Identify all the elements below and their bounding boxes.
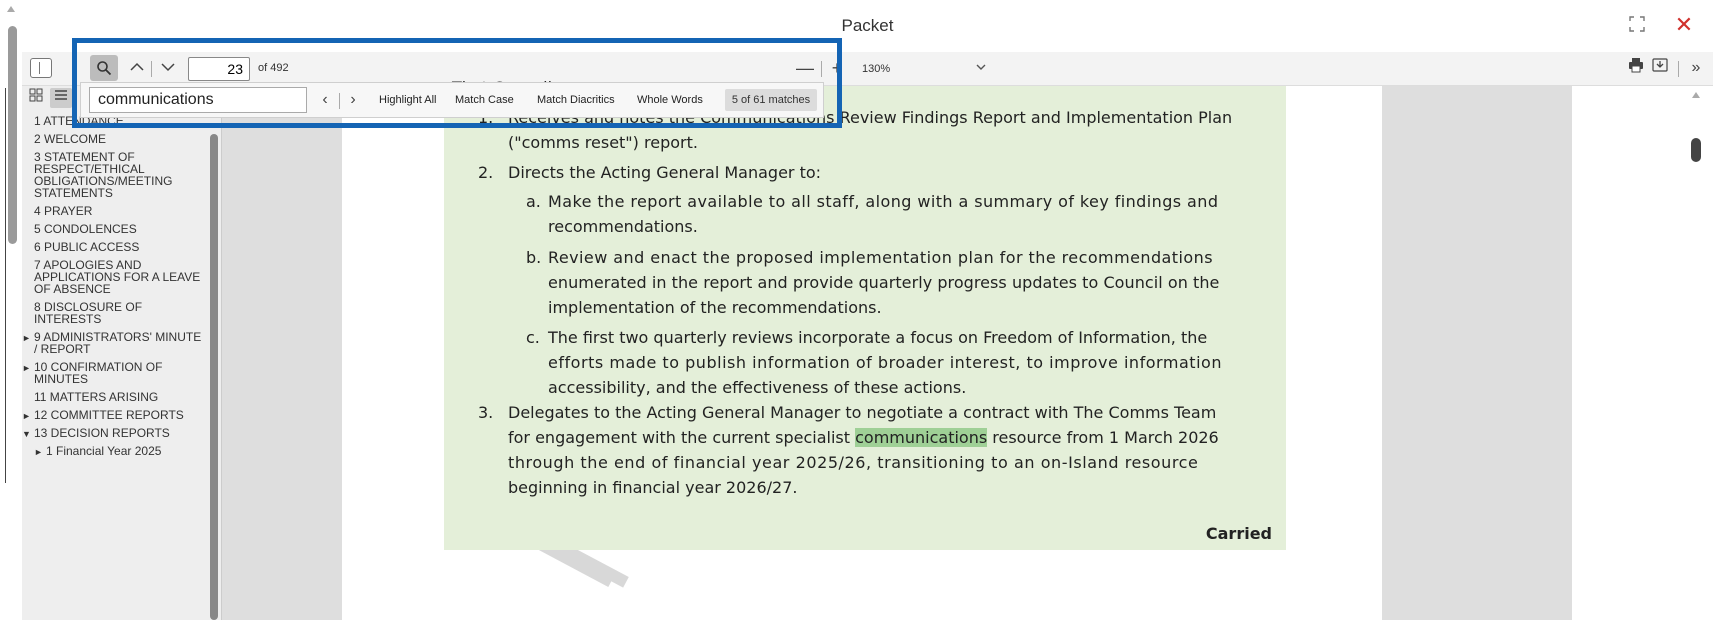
outline-item[interactable]: 7 APOLOGIES AND APPLICATIONS FOR A LEAVE… [22,256,208,298]
item-text: beginning in financial year 2026/27. [508,478,798,497]
item-text: Directs the Acting General Manager to: [508,163,822,182]
item-text: implementation of the recommendations. [548,298,882,317]
outline-item-label: 4 PRAYER [34,204,93,218]
outline-item-label: 6 PUBLIC ACCESS [34,240,140,254]
outline-item-label: 12 COMMITTEE REPORTS [34,408,184,422]
outline-item[interactable]: 5 CONDOLENCES [22,220,208,238]
outline-item[interactable]: 2 WELCOME [22,130,208,148]
download-icon[interactable] [1649,57,1671,79]
print-icon[interactable] [1625,57,1647,79]
outline-item[interactable]: ► 10 CONFIRMATION OF MINUTES [22,358,208,388]
outline-item[interactable]: 8 DISCLOSURE OF INTERESTS [22,298,208,328]
outline-item[interactable]: ► 12 COMMITTEE REPORTS [22,406,208,424]
item-text: recommendations. [548,217,698,236]
sidebar-toggle-icon[interactable] [30,58,52,78]
outline-item[interactable]: ► 9 ADMINISTRATORS' MINUTE / REPORT [22,328,208,358]
scrollbar-thumb[interactable] [8,26,17,244]
item-text: for engagement with the current speciali… [508,428,1219,447]
divider [5,88,6,483]
triangle-right-icon[interactable]: ► [34,446,43,458]
double-chevron-right-icon[interactable]: » [1685,57,1707,79]
triangle-right-icon[interactable]: ► [22,362,31,374]
sidebar-scrollbar-thumb[interactable] [210,134,218,620]
text-segment: for engagement with the current speciali… [508,428,856,447]
document-scrollbar-thumb[interactable] [1691,138,1701,162]
outline-item[interactable]: 11 MATTERS ARISING [22,388,208,406]
resolution-box: That Council: 1. Receives and notes the … [444,78,1286,550]
outline-item-label: 11 MATTERS ARISING [34,390,159,404]
item-number: b. [526,248,542,267]
item-text: efforts made to publish information of b… [548,353,1223,372]
item-text: through the end of financial year 2025/2… [508,453,1199,472]
fullscreen-icon[interactable] [1627,16,1647,36]
outline-item-label: 5 CONDOLENCES [34,222,137,236]
item-text: The first two quarterly reviews incorpor… [548,328,1208,347]
outline-icon[interactable] [50,88,72,108]
outer-scrollbar[interactable] [0,0,22,620]
triangle-down-icon[interactable]: ▼ [22,428,31,440]
item-text: Delegates to the Acting General Manager … [508,403,1217,422]
viewer-gutter-right [1382,86,1572,620]
item-number: 3. [478,403,494,422]
viewer-gutter-left [222,86,342,620]
outline-item-label: 7 APOLOGIES AND APPLICATIONS FOR A LEAVE… [34,258,201,296]
outline-item[interactable]: ► 1 Financial Year 2025 [22,442,208,460]
outline-item[interactable]: ▼ 13 DECISION REPORTS [22,424,208,442]
outline-item[interactable]: 3 STATEMENT OF RESPECT/ETHICAL OBLIGATIO… [22,148,208,202]
sidebar: 1 ATTENDANCE 2 WELCOME 3 STATEMENT OF RESP… [22,86,222,620]
highlight-frame [72,38,842,128]
document-scrollbar[interactable] [1572,86,1713,620]
document-outline: 1 ATTENDANCE 2 WELCOME 3 STATEMENT OF RESP… [22,112,208,460]
scroll-up-arrow-icon[interactable] [1692,92,1700,98]
outline-item[interactable]: 6 PUBLIC ACCESS [22,238,208,256]
sidebar-scrollbar[interactable] [210,134,220,620]
item-text: ("comms reset") report. [508,133,698,152]
item-text: accessibility, and the effectiveness of … [548,378,967,397]
outline-item-label: 13 DECISION REPORTS [34,426,170,440]
triangle-right-icon[interactable]: ► [22,332,31,344]
item-number: 2. [478,163,494,182]
outline-item-label: 2 WELCOME [34,132,107,146]
item-text: Review and enact the proposed implementa… [548,248,1213,267]
zoom-select[interactable]: 130% [856,57,998,81]
outline-item-label: 3 STATEMENT OF RESPECT/ETHICAL OBLIGATIO… [34,150,173,200]
scroll-up-arrow-icon[interactable] [7,6,15,12]
carried-label: Carried [1205,524,1272,543]
item-number: c. [526,328,540,347]
window-title: Packet [841,16,894,35]
text-segment: resource from 1 March 2026 [987,428,1219,447]
item-text: enumerated in the report and provide qua… [548,273,1220,292]
triangle-right-icon[interactable]: ► [22,410,31,422]
outline-item-label: 8 DISCLOSURE OF INTERESTS [34,300,143,326]
zoom-level: 130% [862,63,891,75]
chevron-down-icon [976,57,986,81]
outline-item-label: 9 ADMINISTRATORS' MINUTE / REPORT [34,330,202,356]
toolbar-separator [1678,61,1679,77]
thumbnails-icon[interactable] [26,88,46,108]
close-icon[interactable]: ✕ [1673,14,1695,36]
item-number: a. [526,192,541,211]
outline-item[interactable]: 4 PRAYER [22,202,208,220]
outline-item-label: 1 Financial Year 2025 [46,444,162,458]
item-text: Make the report available to all staff, … [548,192,1219,211]
outline-item-label: 10 CONFIRMATION OF MINUTES [34,360,163,386]
search-match-highlight: communications [855,428,988,447]
